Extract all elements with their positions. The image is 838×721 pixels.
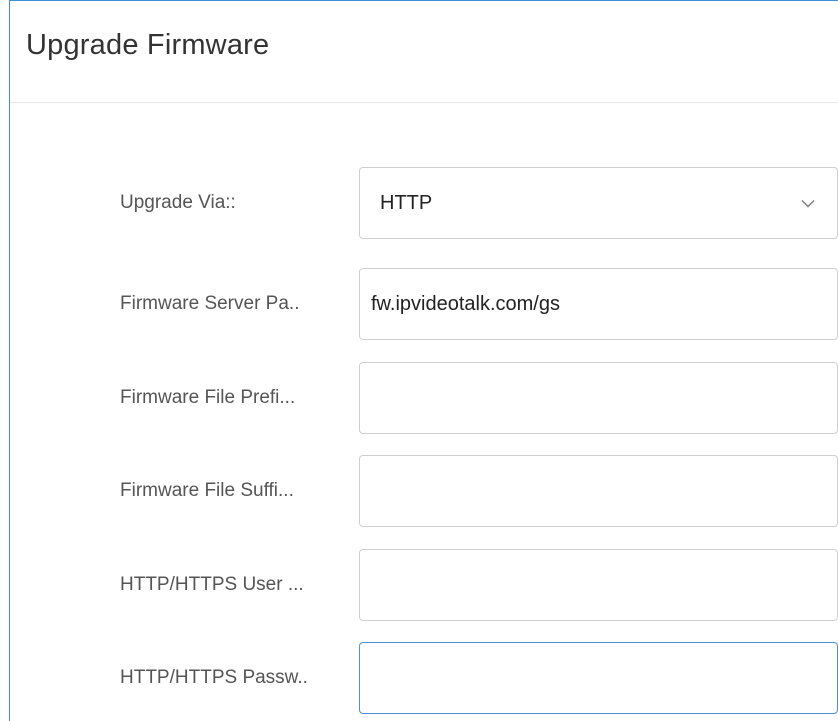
firmware-file-suffix-row: Firmware File Suffi... [10, 455, 838, 527]
http-user-label: HTTP/HTTPS User ... [120, 574, 304, 595]
http-password-row: HTTP/HTTPS Passw.. [10, 642, 838, 714]
upgrade-firmware-panel: Upgrade Firmware Upgrade Via:: HTTP Firm… [9, 0, 838, 721]
firmware-server-path-input[interactable]: fw.ipvideotalk.com/gs [359, 268, 838, 340]
upgrade-via-selected-value: HTTP [380, 192, 433, 214]
http-user-row: HTTP/HTTPS User ... [10, 549, 838, 621]
firmware-file-prefix-label: Firmware File Prefi... [120, 387, 296, 408]
panel-header: Upgrade Firmware [10, 1, 838, 103]
firmware-server-path-row: Firmware Server Pa.. fw.ipvideotalk.com/… [10, 268, 838, 340]
firmware-file-prefix-input[interactable] [359, 362, 838, 434]
upgrade-via-row: Upgrade Via:: HTTP [10, 167, 838, 239]
http-password-input[interactable] [359, 642, 838, 714]
upgrade-via-label: Upgrade Via:: [120, 192, 236, 213]
chevron-down-icon [799, 168, 817, 238]
firmware-server-path-value: fw.ipvideotalk.com/gs [371, 293, 560, 315]
firmware-file-prefix-row: Firmware File Prefi... [10, 362, 838, 434]
http-user-input[interactable] [359, 549, 838, 621]
firmware-file-suffix-input[interactable] [359, 455, 838, 527]
upgrade-via-select[interactable]: HTTP [359, 167, 838, 239]
panel-title: Upgrade Firmware [26, 29, 270, 61]
http-password-label: HTTP/HTTPS Passw.. [120, 667, 308, 688]
firmware-server-path-label: Firmware Server Pa.. [120, 293, 300, 314]
firmware-file-suffix-label: Firmware File Suffi... [120, 480, 294, 501]
